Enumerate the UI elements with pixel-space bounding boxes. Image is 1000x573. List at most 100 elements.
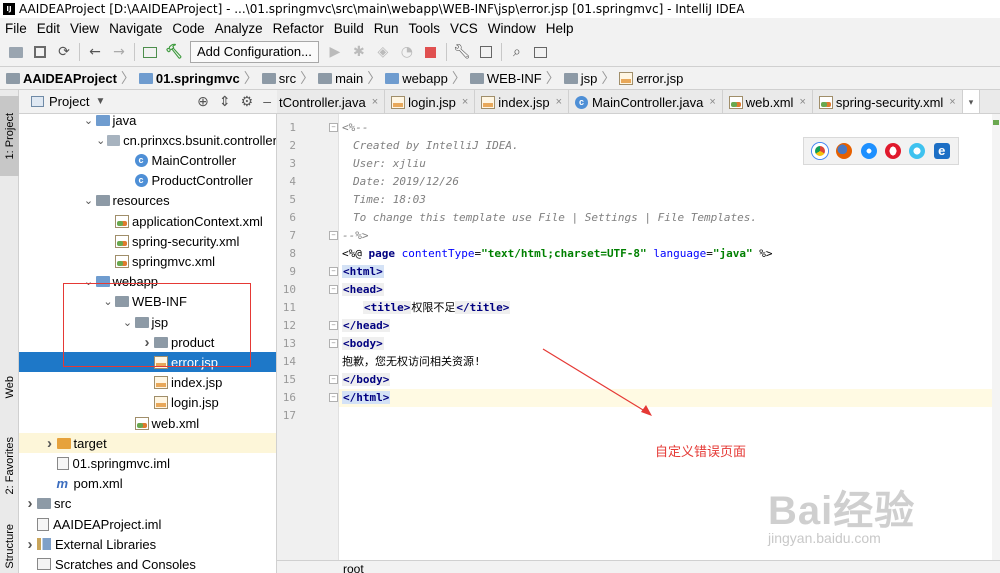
hide-icon[interactable]: – (263, 93, 271, 110)
tool-tab-structure[interactable]: Structure (0, 516, 19, 573)
tree-item[interactable]: › target (19, 433, 276, 454)
chevron-down-icon[interactable]: ⌄ (82, 194, 96, 207)
tree-item[interactable]: m pom.xml (19, 474, 276, 494)
chevron-down-icon[interactable]: ▼ (95, 96, 105, 107)
editor-tab[interactable]: spring-security.xml × (813, 90, 963, 113)
editor-tab[interactable]: login.jsp × (385, 90, 476, 113)
close-icon[interactable]: × (462, 96, 468, 108)
chevron-down-icon[interactable]: ⌄ (94, 134, 107, 147)
chrome-icon[interactable] (812, 143, 829, 159)
tree-item[interactable]: › src (19, 494, 276, 514)
fold-marker-icon[interactable]: − (329, 231, 338, 240)
stop-button[interactable] (419, 40, 443, 64)
menu-build[interactable]: Build (329, 21, 369, 36)
project-structure-button[interactable] (474, 40, 498, 64)
tree-item[interactable]: ⌄ java (19, 114, 276, 130)
fold-marker-icon[interactable]: − (329, 393, 338, 402)
menu-tools[interactable]: Tools (404, 21, 446, 36)
opera-icon[interactable] (885, 143, 902, 159)
tree-item[interactable]: springmvc.xml (19, 251, 276, 271)
editor-tab[interactable]: web.xml × (723, 90, 813, 113)
chevron-down-icon[interactable]: ⌄ (82, 114, 96, 127)
close-icon[interactable]: × (556, 96, 562, 108)
run-anything-button[interactable] (138, 40, 162, 64)
editor-path[interactable]: root (343, 562, 364, 573)
tree-item[interactable]: applicationContext.xml (19, 211, 276, 231)
menu-navigate[interactable]: Navigate (104, 21, 167, 36)
tree-item[interactable]: ⌄ cn.prinxcs.bsunit.controller (19, 130, 276, 150)
menu-run[interactable]: Run (369, 21, 404, 36)
collapse-all-icon[interactable]: ⇕ (219, 93, 231, 110)
chevron-right-icon[interactable]: › (43, 435, 57, 452)
menu-analyze[interactable]: Analyze (210, 21, 268, 36)
menu-code[interactable]: Code (167, 21, 209, 36)
profile-button[interactable]: ◔ (395, 40, 419, 64)
debug-button[interactable]: ✱ (347, 40, 371, 64)
tree-item[interactable]: c MainController (19, 150, 276, 170)
tree-item[interactable]: AAIDEAProject.iml (19, 514, 276, 534)
tree-item[interactable]: index.jsp (19, 373, 276, 393)
back-button[interactable]: ← (83, 40, 107, 64)
fold-marker-icon[interactable]: − (329, 375, 338, 384)
tree-item[interactable]: ⌄ resources (19, 191, 276, 211)
editor-tab-overflow[interactable]: ▾ (962, 90, 981, 113)
add-configuration-button[interactable]: Add Configuration... (190, 41, 319, 63)
tree-item[interactable]: web.xml (19, 413, 276, 433)
menu-vcs[interactable]: VCS (445, 21, 483, 36)
breadcrumb-item-main[interactable]: main 〉 (318, 68, 385, 88)
editor-tab[interactable]: tController.java × (277, 90, 386, 113)
search-everywhere-button[interactable]: ⌕ (505, 40, 529, 64)
fold-marker-icon[interactable]: − (329, 339, 338, 348)
edge-icon[interactable]: e (933, 143, 950, 159)
breadcrumb-item-src[interactable]: src 〉 (261, 68, 318, 88)
fold-marker-icon[interactable]: − (329, 267, 338, 276)
fold-marker-icon[interactable]: − (329, 321, 338, 330)
forward-button[interactable]: → (107, 40, 131, 64)
internet-explorer-icon[interactable] (909, 143, 926, 159)
safari-icon[interactable] (860, 143, 877, 159)
tool-tab-project[interactable]: 1: Project (0, 96, 19, 176)
fold-marker-icon[interactable]: − (329, 285, 338, 294)
settings-button[interactable]: 🔧︎ (450, 40, 474, 64)
chevron-right-icon[interactable]: › (23, 495, 37, 512)
menu-help[interactable]: Help (541, 21, 579, 36)
chevron-right-icon[interactable]: › (23, 536, 37, 553)
tree-item[interactable]: 01.springmvc.iml (19, 453, 276, 473)
menu-window[interactable]: Window (483, 21, 541, 36)
editor-tab[interactable]: index.jsp × (475, 90, 570, 113)
tree-item[interactable]: spring-security.xml (19, 231, 276, 251)
gear-icon[interactable]: ⚙ (241, 93, 254, 110)
open-folder-button[interactable] (4, 40, 28, 64)
breadcrumb-item-module[interactable]: 01.springmvc 〉 (138, 68, 262, 88)
save-all-button[interactable] (28, 40, 52, 64)
firefox-icon[interactable] (836, 143, 853, 159)
breadcrumb-item-jsp[interactable]: jsp 〉 (563, 68, 620, 88)
menu-edit[interactable]: Edit (32, 21, 65, 36)
fold-marker-icon[interactable]: − (329, 123, 338, 132)
breadcrumb-item-project[interactable]: AAIDEAProject 〉 (6, 68, 139, 88)
breadcrumb-item-web-inf[interactable]: WEB-INF 〉 (469, 68, 564, 88)
close-icon[interactable]: × (709, 96, 715, 108)
menu-file[interactable]: File (0, 21, 32, 36)
coverage-button[interactable]: ◈ (371, 40, 395, 64)
run-button[interactable]: ▶ (323, 40, 347, 64)
project-view-selector[interactable]: Project (49, 94, 89, 109)
sync-button[interactable]: ⟳ (52, 40, 76, 64)
breadcrumb-item-webapp[interactable]: webapp 〉 (385, 68, 470, 88)
close-icon[interactable]: × (372, 96, 378, 108)
menu-refactor[interactable]: Refactor (268, 21, 329, 36)
tool-tab-web[interactable]: Web (0, 362, 19, 412)
breadcrumb-item-error-jsp[interactable]: error.jsp (619, 71, 683, 86)
close-icon[interactable]: × (949, 96, 955, 108)
tree-item[interactable]: › External Libraries (19, 534, 276, 554)
tool-tab-favorites[interactable]: 2: Favorites (0, 426, 19, 506)
locate-icon[interactable]: ⊕ (197, 93, 209, 110)
presentation-button[interactable] (529, 40, 553, 64)
editor-tab[interactable]: c MainController.java × (569, 90, 723, 113)
tree-item[interactable]: login.jsp (19, 393, 276, 413)
close-icon[interactable]: × (799, 96, 805, 108)
tree-item[interactable]: Scratches and Consoles (19, 554, 276, 573)
build-button[interactable]: 🔨︎ (162, 40, 186, 64)
tree-item[interactable]: c ProductController (19, 171, 276, 191)
menu-view[interactable]: View (65, 21, 104, 36)
